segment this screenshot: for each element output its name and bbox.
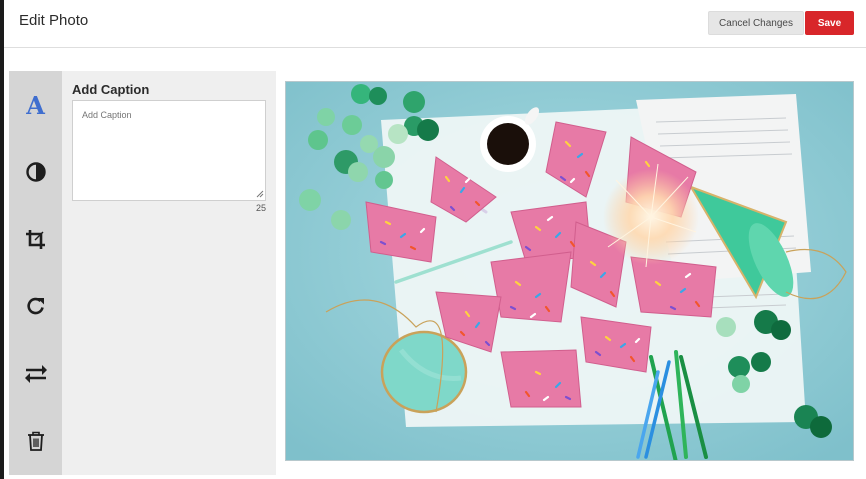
resize-grip-icon[interactable] — [256, 190, 264, 198]
contrast-tool-button[interactable] — [9, 152, 62, 192]
character-count: 25 — [255, 203, 266, 213]
header-bar: Edit Photo Cancel Changes Save — [4, 0, 866, 48]
page-title: Edit Photo — [19, 12, 89, 29]
party-photo — [286, 82, 853, 460]
trash-icon — [27, 431, 44, 451]
caption-panel: Add Caption 25 — [62, 71, 276, 475]
contrast-icon — [25, 162, 46, 182]
caption-heading: Add Caption — [72, 82, 150, 97]
save-button[interactable]: Save — [805, 11, 854, 35]
edit-toolbar: A — [9, 71, 62, 475]
cancel-changes-button[interactable]: Cancel Changes — [708, 11, 804, 35]
caption-input[interactable] — [72, 100, 266, 201]
photo-preview[interactable] — [285, 81, 854, 461]
rotate-tool-button[interactable] — [9, 286, 62, 326]
delete-tool-button[interactable] — [9, 421, 62, 461]
text-tool-button[interactable]: A — [9, 85, 62, 125]
window-edge — [0, 0, 4, 479]
crop-icon — [25, 230, 45, 249]
rotate-icon — [26, 297, 44, 315]
text-icon: A — [26, 90, 45, 120]
flip-icon — [24, 365, 47, 383]
flip-tool-button[interactable] — [9, 354, 62, 394]
crop-tool-button[interactable] — [9, 220, 62, 260]
